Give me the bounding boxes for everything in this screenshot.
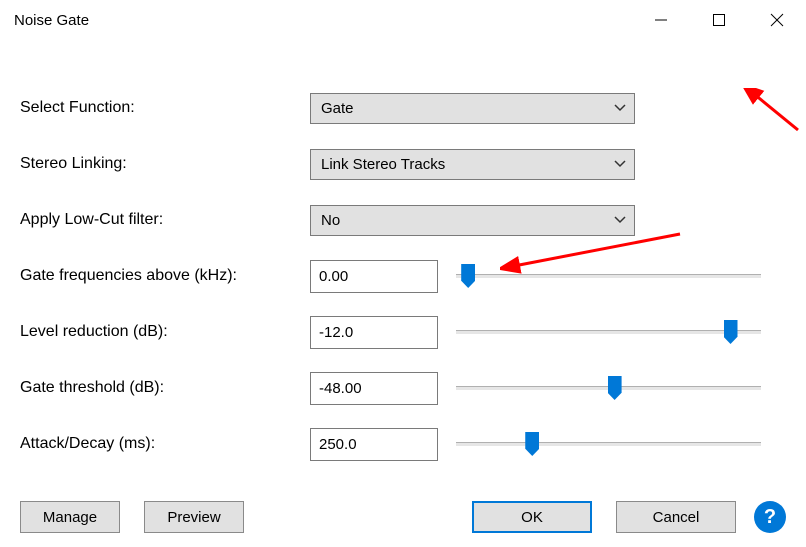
- preview-button[interactable]: Preview: [144, 501, 244, 533]
- level-reduction-label: Level reduction (dB):: [20, 323, 310, 341]
- slider-thumb[interactable]: [724, 320, 738, 344]
- ok-button[interactable]: OK: [472, 501, 592, 533]
- cancel-button[interactable]: Cancel: [616, 501, 736, 533]
- button-bar: Manage Preview OK Cancel ?: [20, 501, 786, 533]
- chevron-down-icon: [614, 216, 626, 224]
- select-function-label: Select Function:: [20, 99, 310, 117]
- level-reduction-slider[interactable]: [456, 319, 761, 345]
- gate-threshold-label: Gate threshold (dB):: [20, 379, 310, 397]
- stereo-linking-dropdown[interactable]: Link Stereo Tracks: [310, 149, 635, 180]
- titlebar: Noise Gate: [0, 0, 806, 40]
- select-function-value: Gate: [321, 100, 354, 117]
- maximize-button[interactable]: [690, 0, 748, 40]
- help-button[interactable]: ?: [754, 501, 786, 533]
- attack-decay-input[interactable]: [310, 428, 438, 461]
- stereo-linking-label: Stereo Linking:: [20, 155, 310, 173]
- window-title: Noise Gate: [14, 12, 89, 29]
- low-cut-label: Apply Low-Cut filter:: [20, 211, 310, 229]
- row-stereo-linking: Stereo Linking: Link Stereo Tracks: [20, 136, 786, 192]
- row-select-function: Select Function: Gate: [20, 80, 786, 136]
- slider-track: [456, 330, 761, 334]
- close-icon: [770, 13, 784, 27]
- slider-track: [456, 442, 761, 446]
- row-level-reduction: Level reduction (dB):: [20, 304, 786, 360]
- manage-button[interactable]: Manage: [20, 501, 120, 533]
- row-gate-threshold: Gate threshold (dB):: [20, 360, 786, 416]
- gate-freq-label: Gate frequencies above (kHz):: [20, 267, 310, 285]
- low-cut-value: No: [321, 212, 340, 229]
- slider-thumb[interactable]: [525, 432, 539, 456]
- attack-decay-label: Attack/Decay (ms):: [20, 435, 310, 453]
- maximize-icon: [712, 13, 726, 27]
- attack-decay-slider[interactable]: [456, 431, 761, 457]
- select-function-dropdown[interactable]: Gate: [310, 93, 635, 124]
- chevron-down-icon: [614, 104, 626, 112]
- row-gate-freq: Gate frequencies above (kHz):: [20, 248, 786, 304]
- window-controls: [632, 0, 806, 40]
- close-button[interactable]: [748, 0, 806, 40]
- minimize-button[interactable]: [632, 0, 690, 40]
- dialog-content: Select Function: Gate Stereo Linking: Li…: [0, 40, 806, 482]
- slider-track: [456, 274, 761, 278]
- level-reduction-input[interactable]: [310, 316, 438, 349]
- gate-threshold-input[interactable]: [310, 372, 438, 405]
- minimize-icon: [654, 13, 668, 27]
- gate-freq-input[interactable]: [310, 260, 438, 293]
- slider-thumb[interactable]: [608, 376, 622, 400]
- slider-thumb[interactable]: [461, 264, 475, 288]
- chevron-down-icon: [614, 160, 626, 168]
- row-low-cut: Apply Low-Cut filter: No: [20, 192, 786, 248]
- row-attack-decay: Attack/Decay (ms):: [20, 416, 786, 472]
- gate-freq-slider[interactable]: [456, 263, 761, 289]
- low-cut-dropdown[interactable]: No: [310, 205, 635, 236]
- gate-threshold-slider[interactable]: [456, 375, 761, 401]
- stereo-linking-value: Link Stereo Tracks: [321, 156, 445, 173]
